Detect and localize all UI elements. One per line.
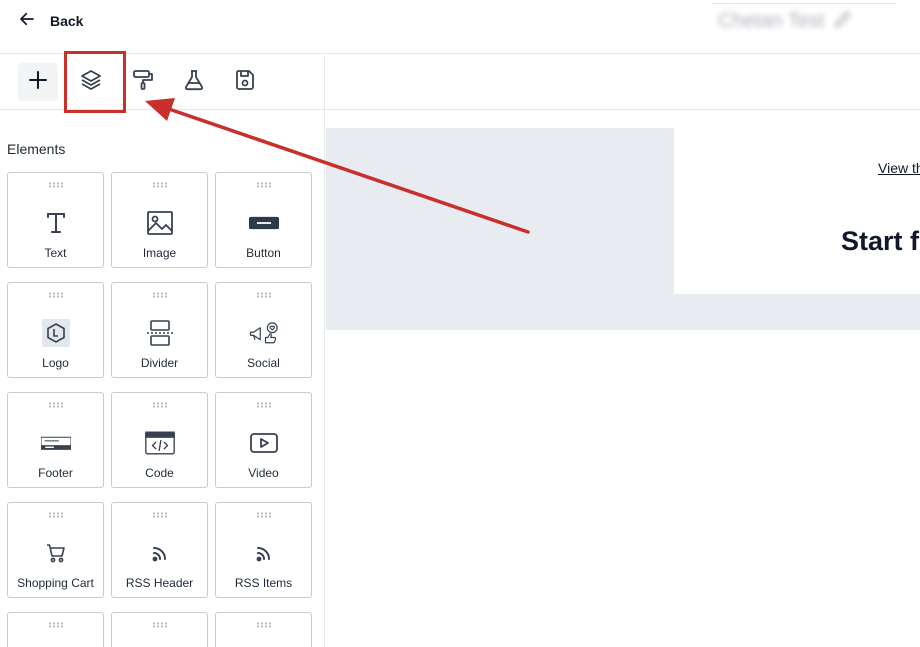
element-card-text[interactable]: Text xyxy=(7,172,104,268)
save-button[interactable] xyxy=(225,63,265,101)
drag-handle-icon[interactable] xyxy=(47,622,64,628)
element-label: Code xyxy=(145,466,174,480)
drag-handle-icon[interactable] xyxy=(151,292,168,298)
drag-handle-icon[interactable] xyxy=(255,402,272,408)
element-label: Social xyxy=(247,356,280,370)
element-label: Shopping Cart xyxy=(17,576,94,590)
paint-roller-icon xyxy=(131,68,155,97)
element-card-video[interactable]: Video xyxy=(215,392,312,488)
shopping-cart-icon xyxy=(41,539,71,567)
element-card[interactable] xyxy=(215,612,312,647)
drag-handle-icon[interactable] xyxy=(151,512,168,518)
test-button[interactable] xyxy=(174,63,214,101)
element-card[interactable] xyxy=(111,612,208,647)
save-icon xyxy=(233,68,257,97)
drag-handle-icon[interactable] xyxy=(47,292,64,298)
style-button[interactable] xyxy=(123,63,163,101)
canvas-content-block[interactable] xyxy=(674,128,920,294)
view-in-browser-link[interactable]: View th xyxy=(878,160,920,176)
drag-handle-icon[interactable] xyxy=(255,292,272,298)
title-divider xyxy=(712,3,896,4)
element-card[interactable] xyxy=(7,612,104,647)
drag-handle-icon[interactable] xyxy=(255,622,272,628)
social-icon xyxy=(249,319,279,347)
elements-sidebar: Elements Text Image Button Logo Divider … xyxy=(0,110,325,647)
back-button[interactable]: Back xyxy=(18,8,83,34)
pencil-icon[interactable] xyxy=(832,8,854,35)
logo-icon xyxy=(41,319,71,347)
drag-handle-icon[interactable] xyxy=(151,622,168,628)
element-card-divider[interactable]: Divider xyxy=(111,282,208,378)
element-card-footer[interactable]: Footer xyxy=(7,392,104,488)
element-label: Button xyxy=(246,246,281,260)
element-label: RSS Items xyxy=(234,576,293,590)
button-icon xyxy=(248,209,279,237)
video-icon xyxy=(249,429,279,457)
element-label: Logo xyxy=(42,356,69,370)
element-label: Text xyxy=(44,246,67,260)
back-label: Back xyxy=(50,13,84,29)
canvas-heading[interactable]: Start fr xyxy=(841,226,920,257)
document-title-text: Chetan Test xyxy=(718,10,825,32)
code-icon xyxy=(144,429,175,457)
element-card-rss-header[interactable]: RSS Header xyxy=(111,502,208,598)
element-card-image[interactable]: Image xyxy=(111,172,208,268)
plus-icon xyxy=(26,68,50,97)
element-card-social[interactable]: Social xyxy=(215,282,312,378)
editor-toolbar xyxy=(0,55,325,110)
element-label: RSS Header xyxy=(125,576,194,590)
image-icon xyxy=(145,209,175,237)
element-label: Divider xyxy=(140,356,179,370)
element-card-button[interactable]: Button xyxy=(215,172,312,268)
drag-handle-icon[interactable] xyxy=(151,402,168,408)
rss-icon xyxy=(145,539,175,567)
elements-grid: Text Image Button Logo Divider Social Fo… xyxy=(7,172,312,647)
flask-icon xyxy=(182,68,206,97)
drag-handle-icon[interactable] xyxy=(255,512,272,518)
footer-icon xyxy=(40,429,71,457)
drag-handle-icon[interactable] xyxy=(151,182,168,188)
top-bar: Back Chetan Test xyxy=(0,0,920,54)
layers-button[interactable] xyxy=(71,63,111,101)
rss-icon xyxy=(249,539,279,567)
element-card-code[interactable]: Code xyxy=(111,392,208,488)
element-label: Footer xyxy=(38,466,73,480)
element-card-logo[interactable]: Logo xyxy=(7,282,104,378)
layers-icon xyxy=(79,68,103,97)
divider-icon xyxy=(145,319,175,347)
text-icon xyxy=(41,209,71,237)
drag-handle-icon[interactable] xyxy=(47,402,64,408)
drag-handle-icon[interactable] xyxy=(255,182,272,188)
email-canvas[interactable]: View th Start fr xyxy=(326,110,920,647)
element-label: Image xyxy=(142,246,177,260)
document-title[interactable]: Chetan Test xyxy=(718,8,854,35)
drag-handle-icon[interactable] xyxy=(47,512,64,518)
arrow-left-icon xyxy=(18,10,36,33)
drag-handle-icon[interactable] xyxy=(47,182,64,188)
add-element-button[interactable] xyxy=(18,63,58,101)
section-title: Elements xyxy=(7,141,66,157)
element-card-shopping-cart[interactable]: Shopping Cart xyxy=(7,502,104,598)
element-label: Video xyxy=(248,466,279,480)
element-card-rss-items[interactable]: RSS Items xyxy=(215,502,312,598)
